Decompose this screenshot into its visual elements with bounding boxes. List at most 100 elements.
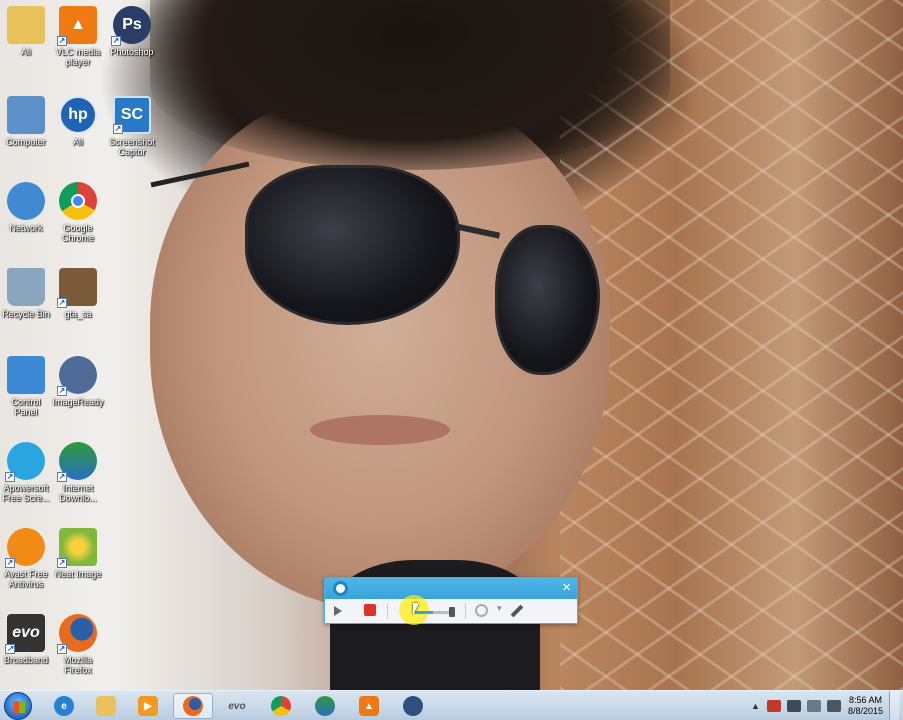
- hp-icon: hp: [59, 96, 97, 134]
- play-icon[interactable]: [334, 606, 342, 616]
- desktop-icon-network[interactable]: Network: [0, 182, 52, 233]
- network-icon: [7, 182, 45, 220]
- recorder-logo-icon: [333, 581, 348, 596]
- clock-date: 8/8/2015: [847, 706, 883, 716]
- desktop-icon-apowersoft[interactable]: ↗ Apowersoft Free Scre...: [0, 442, 52, 503]
- control-panel-icon: [7, 356, 45, 394]
- gta-icon: ↗: [57, 268, 97, 308]
- mouse-cursor-icon: [413, 603, 419, 615]
- desktop-icon-imageready[interactable]: ↗ ImageReady: [52, 356, 104, 407]
- desktop-icon-recycle-bin[interactable]: Recycle Bin: [0, 268, 52, 319]
- taskbar-item-explorer[interactable]: [86, 693, 126, 719]
- stop-record-icon[interactable]: [364, 604, 376, 616]
- desktop-icon-label: Recycle Bin: [2, 309, 50, 319]
- evo-broadband-icon: evo ↗: [5, 614, 45, 654]
- start-button[interactable]: [4, 692, 32, 720]
- firefox-icon: [183, 696, 203, 716]
- desktop-icon-computer[interactable]: Computer: [0, 96, 52, 147]
- desktop-icon-label: Broadband: [3, 655, 49, 665]
- computer-icon: [7, 96, 45, 134]
- desktop-icon-label: Screenshot Captor: [109, 137, 155, 157]
- desktop-icon-ali-folder[interactable]: Ali: [0, 6, 52, 57]
- desktop-icon-label: Control Panel: [11, 397, 41, 417]
- shortcut-arrow-icon: ↗: [57, 472, 67, 482]
- desktop-icon-label: VLC media player: [55, 47, 101, 67]
- media-player-icon: ▶: [138, 696, 158, 716]
- idm-icon: [315, 696, 335, 716]
- volume-slider-handle[interactable]: [449, 607, 455, 617]
- shortcut-arrow-icon: ↗: [57, 36, 67, 46]
- desktop-icon-vlc[interactable]: ▲ ↗ VLC media player: [52, 6, 104, 67]
- system-tray: ▲ 8:56 AM 8/8/2015: [751, 691, 899, 720]
- desktop-icon-evo-broadband[interactable]: evo ↗ Broadband: [0, 614, 52, 665]
- desktop-icon-photoshop[interactable]: Ps ↗ Photoshop: [106, 6, 158, 57]
- desktop-icon-avast[interactable]: ↗ Avast Free Antivirus: [0, 528, 52, 589]
- desktop-icon-screenshot-captor[interactable]: SC ↗ Screenshot Captor: [106, 96, 158, 157]
- ie-icon: e: [54, 696, 74, 716]
- desktop-icon-label: ImageReady: [52, 397, 104, 407]
- desktop-icon-hp-ali[interactable]: hp Ali: [52, 96, 104, 147]
- recycle-bin-icon: [7, 268, 45, 306]
- shortcut-arrow-icon: ↗: [57, 386, 67, 396]
- shortcut-arrow-icon: ↗: [57, 298, 67, 308]
- show-hidden-icons-icon[interactable]: ▲: [751, 701, 760, 711]
- desktop-icon-internet-download-manager[interactable]: ↗ Internet Downlo...: [52, 442, 104, 503]
- chevron-down-icon[interactable]: ▾: [497, 603, 502, 614]
- desktop-icon-label: Neat Image: [54, 569, 102, 579]
- close-icon[interactable]: ×: [562, 579, 571, 597]
- chrome-icon: [59, 182, 97, 220]
- evo-icon: evo: [228, 700, 246, 712]
- desktop-icon-label: Mozilla Firefox: [63, 655, 92, 675]
- taskbar-item-media-player[interactable]: ▶: [128, 693, 168, 719]
- shortcut-arrow-icon: ↗: [5, 644, 15, 654]
- vlc-icon: ▲: [359, 696, 379, 716]
- desktop-icon-label: Apowersoft Free Scre...: [2, 483, 50, 503]
- taskbar-item-vlc[interactable]: ▲: [349, 693, 389, 719]
- taskbar-item-chrome[interactable]: [261, 693, 301, 719]
- taskbar-item-idm[interactable]: [305, 693, 345, 719]
- desktop-icon-label: Network: [9, 223, 43, 233]
- desktop-icon-neat-image[interactable]: ↗ Neat Image: [52, 528, 104, 579]
- show-desktop-button[interactable]: [889, 691, 899, 720]
- desktop-icon-label: Computer: [6, 137, 46, 147]
- taskbar: e ▶ evo ▲ ▲ 8:56 AM 8/8/2015: [0, 690, 903, 720]
- volume-tray-icon[interactable]: [826, 700, 841, 712]
- screenshot-captor-glyph: SC: [120, 106, 144, 123]
- recorder-controls: ▾: [325, 595, 577, 625]
- webcam-icon[interactable]: [475, 604, 488, 617]
- idm-icon: ↗: [57, 442, 97, 482]
- windows-logo-icon: [13, 701, 25, 713]
- taskbar-item-firefox[interactable]: [173, 693, 213, 719]
- desktop-icon-google-chrome[interactable]: Google Chrome: [52, 182, 104, 243]
- desktop-icon-label: Google Chrome: [61, 223, 94, 243]
- desktop-icon-mozilla-firefox[interactable]: ↗ Mozilla Firefox: [52, 614, 104, 675]
- screenshot-captor-icon: SC ↗: [113, 96, 151, 134]
- desktop-icon-control-panel[interactable]: Control Panel: [0, 356, 52, 417]
- shortcut-arrow-icon: ↗: [111, 36, 121, 46]
- taskbar-item-evo[interactable]: evo: [217, 693, 257, 719]
- shortcut-arrow-icon: ↗: [113, 124, 123, 134]
- shortcut-arrow-icon: ↗: [57, 558, 67, 568]
- firefox-icon: ↗: [57, 614, 97, 654]
- taskbar-clock[interactable]: 8:56 AM 8/8/2015: [848, 695, 883, 717]
- photoshop-glyph: Ps: [122, 16, 142, 33]
- network-tray-icon[interactable]: [786, 700, 801, 712]
- recorder-title-bar[interactable]: ×: [325, 578, 577, 599]
- action-center-flag-icon[interactable]: [766, 700, 781, 712]
- user-folder-icon: [7, 6, 45, 44]
- apowersoft-icon: ↗: [5, 442, 45, 482]
- imageready-icon: ↗: [57, 356, 97, 396]
- power-tray-icon[interactable]: [806, 700, 821, 712]
- taskbar-item-ie[interactable]: e: [44, 693, 84, 719]
- chrome-icon: [271, 696, 291, 716]
- taskbar-item-screen-recorder[interactable]: [393, 693, 433, 719]
- photoshop-icon: Ps ↗: [111, 6, 151, 46]
- evo-glyph: evo: [12, 624, 40, 641]
- desktop-icon-label: Avast Free Antivirus: [4, 569, 48, 589]
- pen-annotate-icon[interactable]: [510, 604, 524, 618]
- vlc-icon: ▲ ↗: [57, 6, 97, 46]
- desktop-icon-gta-sa[interactable]: ↗ gta_sa: [52, 268, 104, 319]
- chrome-center: [71, 194, 85, 208]
- screen-recorder-toolbar: × ▾: [324, 577, 578, 625]
- screen-recorder-icon: [403, 696, 423, 716]
